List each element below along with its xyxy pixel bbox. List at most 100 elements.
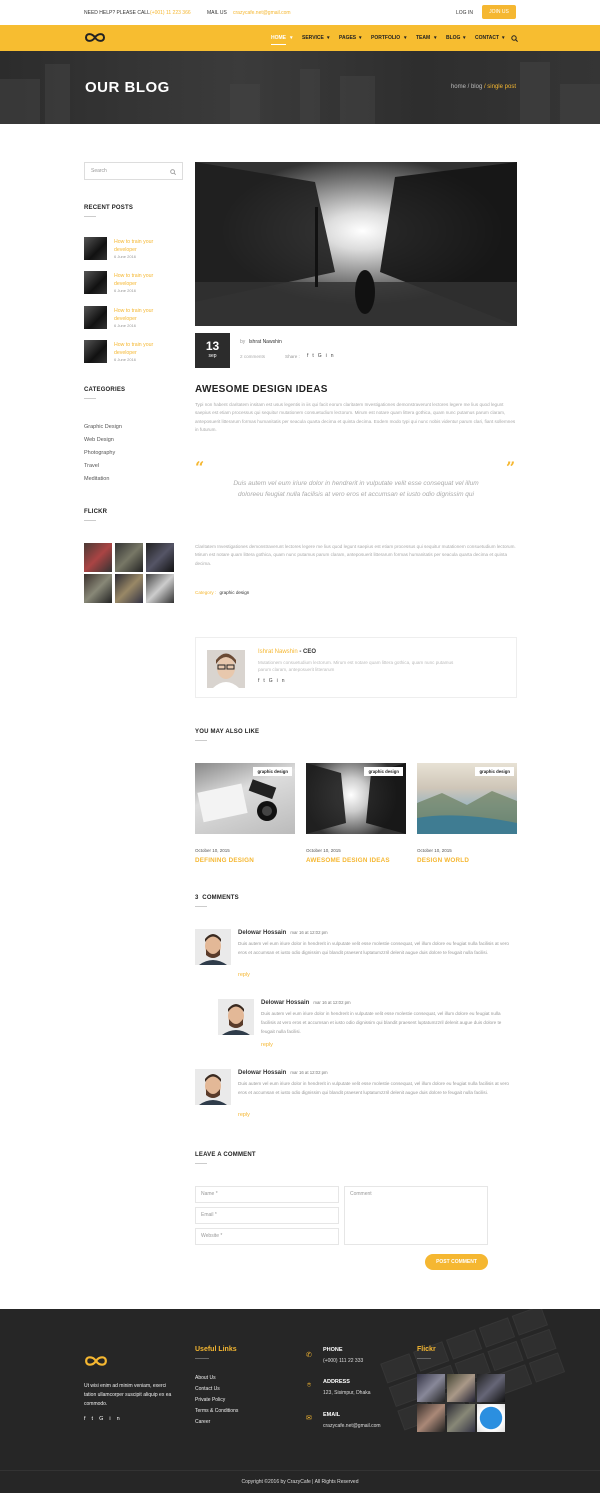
related-post-image[interactable]: graphic design (195, 763, 295, 834)
flickr-photo[interactable] (115, 574, 143, 603)
footer-flickr-photo[interactable] (447, 1374, 475, 1402)
flickr-photo[interactable] (115, 543, 143, 572)
category-web-design[interactable]: Web Design (84, 437, 114, 443)
recent-post[interactable]: How to train your developer 6 June 2016 (84, 271, 184, 296)
join-button[interactable]: JOIN US (482, 5, 516, 19)
post-date-day: 13 (205, 339, 220, 353)
email-field[interactable]: Email * (195, 1207, 339, 1224)
breadcrumb-home[interactable]: home (451, 84, 466, 90)
breadcrumb-blog[interactable]: / blog (468, 84, 483, 90)
recent-post-thumb[interactable] (84, 306, 107, 329)
search-input[interactable]: Search (84, 162, 183, 180)
post-category-value[interactable]: graphic design (219, 590, 249, 595)
flickr-photo[interactable] (146, 543, 174, 572)
nav-blog[interactable]: BLOG (446, 35, 460, 41)
nav-service[interactable]: SERVICE (302, 35, 324, 41)
reply-link[interactable]: reply (238, 1112, 250, 1118)
post-author-line: by Ishrat Nawshin (240, 339, 282, 345)
recent-post-title[interactable]: How to train your developer (114, 238, 174, 254)
mail-email[interactable]: crazycafe.net@gmail.com (233, 10, 291, 16)
google-plus-icon[interactable]: G (269, 678, 277, 684)
author-role: - CEO (299, 649, 317, 655)
recent-post-title[interactable]: How to train your developer (114, 341, 174, 357)
twitter-icon[interactable]: t (92, 1416, 100, 1422)
post-title: AWESOME DESIGN IDEAS (195, 384, 328, 395)
recent-post[interactable]: How to train your developer 6 June 2016 (84, 237, 184, 262)
logo-icon[interactable] (84, 32, 106, 43)
related-post-title[interactable]: AWESOME DESIGN IDEAS (306, 857, 406, 864)
phone-value[interactable]: (+000) 111 22 333 (323, 1358, 363, 1364)
footer-flickr-photo[interactable] (447, 1404, 475, 1432)
post-comment-button[interactable]: POST COMMENT (425, 1254, 488, 1270)
login-link[interactable]: LOG IN (456, 10, 473, 16)
nav-home[interactable]: HOME (271, 35, 286, 45)
recent-post-title[interactable]: How to train your developer (114, 307, 174, 323)
category-photography[interactable]: Photography (84, 450, 115, 456)
recent-post-title[interactable]: How to train your developer (114, 272, 174, 288)
related-post-image[interactable]: graphic design (417, 763, 517, 834)
linkedin-icon[interactable]: in (109, 1416, 125, 1422)
google-plus-icon[interactable]: G (99, 1416, 109, 1422)
google-plus-icon[interactable]: G (318, 353, 326, 359)
chevron-down-icon: ▾ (502, 35, 505, 41)
website-field[interactable]: Website * (195, 1228, 339, 1245)
footer-link-about[interactable]: About Us (195, 1375, 216, 1381)
email-value[interactable]: crazycafe.net@gmail.com (323, 1423, 381, 1429)
reply-link[interactable]: reply (238, 972, 250, 978)
related-post[interactable]: graphic design October 10, 2015 DESIGN W… (417, 763, 517, 864)
nav-team[interactable]: TEAM (416, 35, 430, 41)
footer-flickr-photo[interactable] (477, 1374, 505, 1402)
related-post-image[interactable]: graphic design (306, 763, 406, 834)
post-comments-count[interactable]: 2 comments (240, 354, 265, 359)
flickr-photo[interactable] (84, 543, 112, 572)
name-field[interactable]: Name * (195, 1186, 339, 1203)
help-phone[interactable]: (+001) 11 223 366 (150, 10, 191, 16)
related-post-title[interactable]: DESIGN WORLD (417, 857, 517, 864)
related-post-badge: graphic design (253, 767, 292, 776)
comment-text: Duis autem vel eum iriure dolor in hendr… (238, 1081, 509, 1096)
linkedin-icon[interactable]: in (277, 678, 289, 684)
post-author-name[interactable]: Ishrat Nawshin (249, 339, 282, 345)
help-label: NEED HELP? PLEASE CALL (84, 10, 150, 16)
category-graphic-design[interactable]: Graphic Design (84, 424, 122, 430)
facebook-icon[interactable]: f (84, 1416, 92, 1422)
chevron-down-icon: ▾ (434, 35, 437, 41)
related-post-badge: graphic design (475, 767, 514, 776)
linkedin-icon[interactable]: in (326, 353, 338, 359)
chevron-down-icon: ▾ (463, 35, 466, 41)
footer-link-terms[interactable]: Terms & Conditions (195, 1408, 238, 1414)
commenter-name: Delowar Hossain mar 16 at 12:02 pm (238, 930, 328, 936)
nav-portfolio[interactable]: PORTFOLIO (371, 35, 400, 41)
search-icon[interactable] (511, 35, 518, 42)
leave-comment-heading: LEAVE A COMMENT (195, 1152, 256, 1164)
category-travel[interactable]: Travel (84, 463, 99, 469)
footer-flickr-photo[interactable] (417, 1404, 445, 1432)
footer-link-contact[interactable]: Contact Us (195, 1386, 220, 1392)
search-icon[interactable] (170, 169, 176, 175)
nav-contact[interactable]: CONTACT (475, 35, 499, 41)
categories-heading: CATEGORIES (84, 387, 125, 399)
footer-logo-icon[interactable] (84, 1355, 108, 1367)
flickr-photo[interactable] (84, 574, 112, 603)
reply-link[interactable]: reply (261, 1042, 273, 1048)
related-post[interactable]: graphic design October 10, 2015 DEFINING… (195, 763, 295, 864)
footer-link-career[interactable]: Career (195, 1419, 210, 1425)
related-post-title[interactable]: DEFINING DESIGN (195, 857, 295, 864)
footer-link-privacy[interactable]: Private Policy (195, 1397, 225, 1403)
recent-post-thumb[interactable] (84, 340, 107, 363)
related-post[interactable]: graphic design October 10, 2015 AWESOME … (306, 763, 406, 864)
footer-flickr-photo[interactable] (477, 1404, 505, 1432)
recent-post-thumb[interactable] (84, 237, 107, 260)
footer-flickr-photo[interactable] (417, 1374, 445, 1402)
nav-pages[interactable]: PAGES (339, 35, 356, 41)
recent-post[interactable]: How to train your developer 6 June 2016 (84, 306, 184, 331)
location-pin-icon: ⌾ (307, 1382, 312, 1389)
category-meditation[interactable]: Meditation (84, 476, 109, 482)
author-name[interactable]: Ishrat Nawshin (258, 649, 298, 655)
comment-field[interactable]: Comment (344, 1186, 488, 1245)
recent-post-date: 6 June 2016 (114, 288, 137, 293)
copyright: Copyright ©2016 by CrazyCafe | All Right… (241, 1479, 359, 1485)
recent-post[interactable]: How to train your developer 6 June 2016 (84, 340, 184, 365)
recent-post-thumb[interactable] (84, 271, 107, 294)
flickr-photo[interactable] (146, 574, 174, 603)
